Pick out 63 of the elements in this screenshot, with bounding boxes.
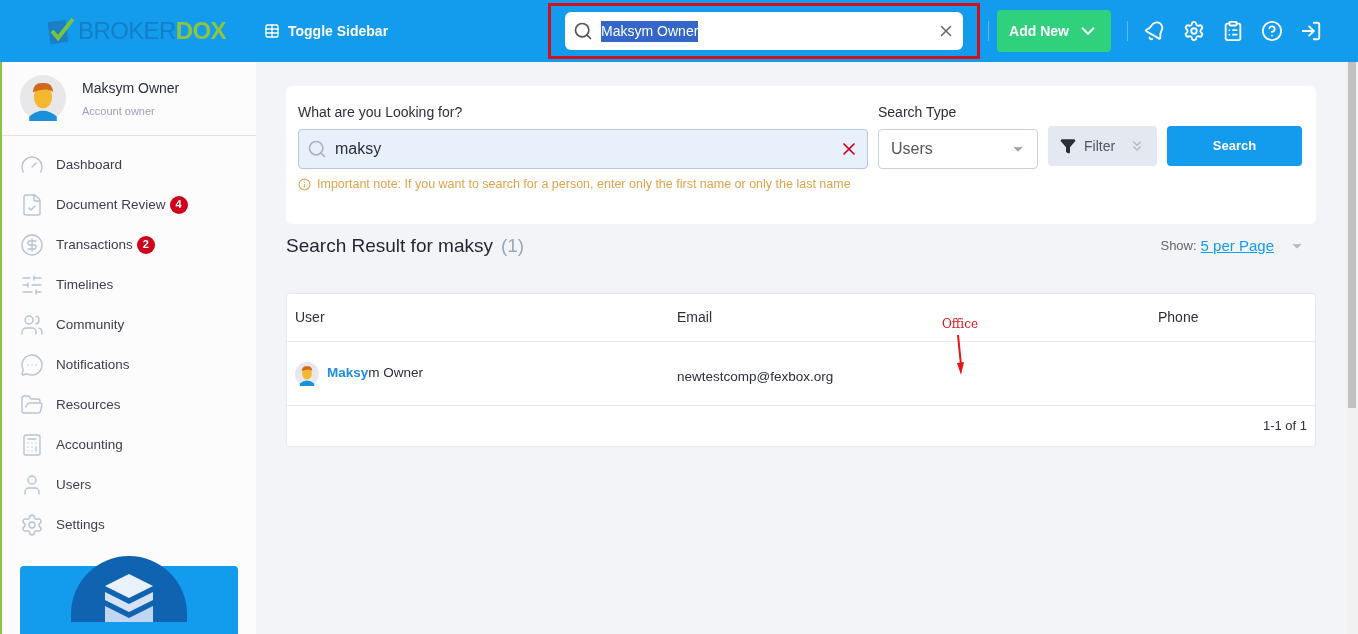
sidebar-label: Dashboard: [56, 155, 123, 174]
chat-icon: [20, 352, 44, 377]
sliders-icon: [20, 272, 44, 297]
sidebar-item[interactable]: Users: [2, 464, 256, 505]
settings-icon[interactable]: [1183, 20, 1206, 42]
filter-icon: [1060, 138, 1076, 154]
results-title: Search Result for maksy: [286, 233, 493, 258]
info-icon: [298, 177, 311, 191]
query-field[interactable]: maksy: [298, 129, 868, 169]
query-label: What are you Looking for?: [298, 103, 464, 122]
sign-in-icon[interactable]: [1300, 20, 1323, 42]
sidebar-label: Users: [56, 475, 92, 494]
column-header: Phone: [1158, 309, 1199, 325]
sidebar-item[interactable]: Dashboard: [2, 144, 256, 185]
folder-icon: [20, 392, 44, 417]
calculator-icon: [20, 432, 44, 457]
annotation-arrow: [955, 335, 965, 375]
table-icon: [264, 23, 280, 39]
count-badge: 4: [169, 195, 188, 214]
sidebar-label: Accounting: [56, 435, 123, 454]
document-check-icon: [20, 192, 44, 217]
sidebar-item[interactable]: Settings: [2, 504, 256, 545]
sidebar-label: Document Review: [56, 195, 166, 214]
profile-name: Maksym Owner: [82, 78, 180, 98]
sidebar-label: Timelines: [56, 275, 114, 294]
search-icon: [307, 139, 327, 159]
email-cell-text: newtestcomp@fexbox.org: [677, 368, 834, 387]
filter-button[interactable]: Filter: [1048, 126, 1157, 166]
sidebar-item[interactable]: Document Review 4: [2, 184, 256, 225]
people-icon: [20, 312, 44, 337]
sidebar-item[interactable]: Community: [2, 304, 256, 345]
sidebar-label: Notifications: [56, 355, 130, 374]
avatar-silhouette: [295, 361, 319, 386]
sidebar-label: Resources: [56, 395, 121, 414]
global-search-field[interactable]: Maksym Owner: [565, 12, 964, 50]
logo-check-icon: [46, 16, 76, 46]
user-name-link[interactable]: Maksym Owner: [327, 363, 424, 384]
annotation-text: Office: [942, 316, 979, 333]
column-header: Email: [677, 309, 712, 325]
search-value: Maksym Owner: [601, 20, 699, 42]
dollar-icon: [20, 232, 44, 257]
sidebar-label: Transactions: [56, 235, 133, 254]
search-icon: [573, 21, 594, 41]
column-header: User: [295, 309, 325, 325]
search-type-select[interactable]: Users: [878, 129, 1038, 169]
important-note: Important note: If you want to search for a person, enter only the first name or only the last name: [317, 176, 851, 193]
search-type-label: Search Type: [878, 103, 958, 122]
show-label: Show:: [1160, 237, 1197, 256]
sidebar-item[interactable]: Notifications: [2, 344, 256, 385]
profile-role: Account owner: [82, 103, 156, 119]
avatar-silhouette: [20, 75, 66, 122]
count-badge: 2: [136, 235, 155, 254]
sidebar-item[interactable]: Accounting: [2, 424, 256, 465]
gear-icon: [20, 512, 44, 537]
results-count: (1): [500, 233, 525, 258]
help-icon[interactable]: [1261, 20, 1284, 42]
sidebar-item[interactable]: Resources: [2, 384, 256, 425]
sidebar-item[interactable]: Transactions 2: [2, 224, 256, 265]
sidebar-label: Settings: [56, 515, 105, 534]
query-value: maksy: [335, 139, 383, 159]
sidebar-item[interactable]: Timelines: [2, 264, 256, 305]
pagination-range: 1-1 of 1: [1262, 417, 1307, 436]
sidebar-label: Community: [56, 315, 125, 334]
